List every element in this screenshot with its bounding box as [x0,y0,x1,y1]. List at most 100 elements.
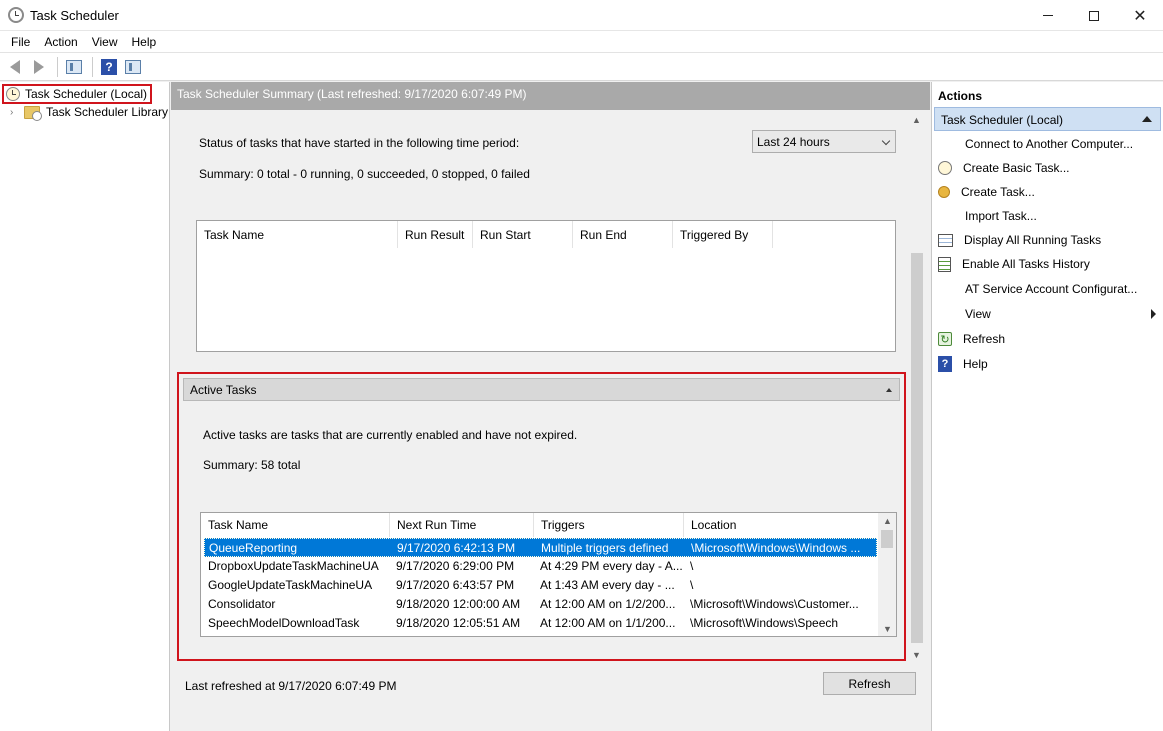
scroll-down-icon[interactable]: ▼ [912,650,921,660]
scroll-up-icon[interactable]: ▲ [912,115,921,125]
minimize-button[interactable] [1025,0,1071,31]
action-enable-all-tasks-history[interactable]: Enable All Tasks History [938,254,1158,274]
scrollbar-thumb[interactable] [881,530,893,548]
cell-triggers: At 12:00 AM on 1/2/200... [540,597,676,611]
show-hide-console-tree-button[interactable] [63,56,85,78]
active-tasks-grid[interactable]: Task Name Next Run Time Triggers Locatio… [200,512,897,637]
expand-chevron-icon[interactable]: › [10,107,20,118]
action-display-all-running-tasks[interactable]: Display All Running Tasks [938,230,1158,250]
active-tasks-header[interactable]: Active Tasks [183,378,900,401]
time-period-select[interactable]: Last 24 hours [752,130,896,153]
column-header-location[interactable]: Location [684,513,878,537]
forward-arrow-icon [34,59,44,74]
toolbar-separator [92,56,93,77]
cell-location: \Microsoft\Windows\Customer... [690,597,859,611]
blank-icon [938,136,954,152]
cell-next-run-time: 9/17/2020 6:43:57 PM [396,578,515,592]
menu-file[interactable]: File [4,35,37,49]
menu-view[interactable]: View [85,35,125,49]
status-summary: Summary: 0 total - 0 running, 0 succeede… [199,167,530,181]
clock-icon [6,87,20,101]
scroll-up-icon[interactable]: ▲ [883,516,892,526]
actions-group-label: Task Scheduler (Local) [941,113,1064,127]
folder-clock-icon [24,105,42,121]
action-view[interactable]: View [938,304,1158,324]
toolbar-separator [57,56,58,77]
task-status-grid[interactable]: Task Name Run Result Run Start Run End T… [196,220,896,352]
cell-task-name: Consolidator [208,597,276,611]
action-label: AT Service Account Configurat... [965,282,1138,296]
status-label: Status of tasks that have started in the… [199,136,520,150]
actions-group-header[interactable]: Task Scheduler (Local) [934,107,1161,131]
action-import-task[interactable]: Import Task... [938,206,1158,226]
action-label: View [965,307,991,321]
submenu-arrow-icon [1151,309,1156,319]
cell-next-run-time: 9/18/2020 12:00:00 AM [396,597,521,611]
collapse-icon[interactable] [1142,116,1152,122]
refresh-button[interactable]: Refresh [823,672,916,695]
cell-location: \Microsoft\Windows\Speech [690,616,839,630]
collapse-icon[interactable] [886,388,892,392]
actions-title: Actions [938,89,983,103]
tree-item-label: Task Scheduler Library [46,105,169,119]
action-label: Create Basic Task... [963,161,1070,175]
help-icon: ? [101,58,117,75]
table-row[interactable]: Consolidator 9/18/2020 12:00:00 AM At 12… [204,595,877,614]
close-button[interactable]: ✕ [1117,0,1163,31]
menu-action[interactable]: Action [37,35,84,49]
column-header-next-run-time[interactable]: Next Run Time [390,513,534,537]
table-row[interactable]: QueueReporting 9/17/2020 6:42:13 PM Mult… [204,538,877,557]
summary-scrollbar[interactable]: ▲ ▼ [907,110,927,662]
actions-pane: Actions Task Scheduler (Local) Connect t… [931,82,1163,731]
back-button[interactable] [4,56,26,78]
column-header-task-name[interactable]: Task Name [201,513,390,537]
scroll-down-icon[interactable]: ▼ [883,624,892,634]
action-refresh[interactable]: ↻ Refresh [938,329,1158,349]
active-tasks-title: Active Tasks [190,383,257,397]
console-tree-icon [66,59,82,74]
column-header-run-start[interactable]: Run Start [473,221,573,248]
active-tasks-section: Active Tasks Active tasks are tasks that… [177,372,906,661]
menu-bar: File Action View Help [0,31,1163,53]
action-label: Help [963,357,988,371]
cell-triggers: At 1:43 AM every day - ... [540,578,675,592]
create-task-icon [938,186,950,198]
cell-task-name: GoogleUpdateTaskMachineUA [208,578,373,592]
maximize-button[interactable] [1071,0,1117,31]
forward-button[interactable] [28,56,50,78]
table-row[interactable]: GoogleUpdateTaskMachineUA 9/17/2020 6:43… [204,576,877,595]
time-period-value: Last 24 hours [757,135,830,149]
action-create-basic-task[interactable]: Create Basic Task... [938,158,1158,178]
cell-task-name: DropboxUpdateTaskMachineUA [208,559,379,573]
action-label: Refresh [963,332,1006,346]
action-create-task[interactable]: Create Task... [938,182,1158,202]
blank-icon [938,306,954,322]
column-header-task-name[interactable]: Task Name [197,221,398,248]
task-scheduler-icon [8,7,24,23]
menu-help[interactable]: Help [125,35,164,49]
column-header-triggers[interactable]: Triggers [534,513,684,537]
cell-location: \ [690,578,694,592]
table-row[interactable]: SpeechModelDownloadTask 9/18/2020 12:05:… [204,614,877,633]
action-at-service-account-configuration[interactable]: AT Service Account Configurat... [938,279,1158,299]
tree-item-task-scheduler-local[interactable]: Task Scheduler (Local) [2,84,153,104]
cell-triggers: Multiple triggers defined [541,541,669,555]
cell-next-run-time: 9/18/2020 12:05:51 AM [396,616,521,630]
console-tree: Task Scheduler (Local) › Task Scheduler … [0,82,170,731]
tree-item-task-scheduler-library[interactable]: › Task Scheduler Library [10,103,168,121]
running-tasks-icon [938,233,953,247]
table-row[interactable]: DropboxUpdateTaskMachineUA 9/17/2020 6:2… [204,557,877,576]
action-connect-to-another-computer[interactable]: Connect to Another Computer... [938,134,1158,154]
action-help[interactable]: ? Help [938,354,1158,374]
active-tasks-summary: Summary: 58 total [203,458,301,472]
column-header-run-end[interactable]: Run End [573,221,673,248]
toolbar: ? [0,53,1163,81]
action-label: Display All Running Tasks [964,233,1102,247]
active-tasks-scrollbar[interactable]: ▲ ▼ [878,513,896,636]
help-toolbar-button[interactable]: ? [98,56,120,78]
column-header-triggered-by[interactable]: Triggered By [673,221,773,248]
column-header-run-result[interactable]: Run Result [398,221,473,248]
action-label: Create Task... [961,185,1035,199]
show-hide-action-pane-button[interactable] [122,56,144,78]
scrollbar-thumb[interactable] [911,253,923,643]
